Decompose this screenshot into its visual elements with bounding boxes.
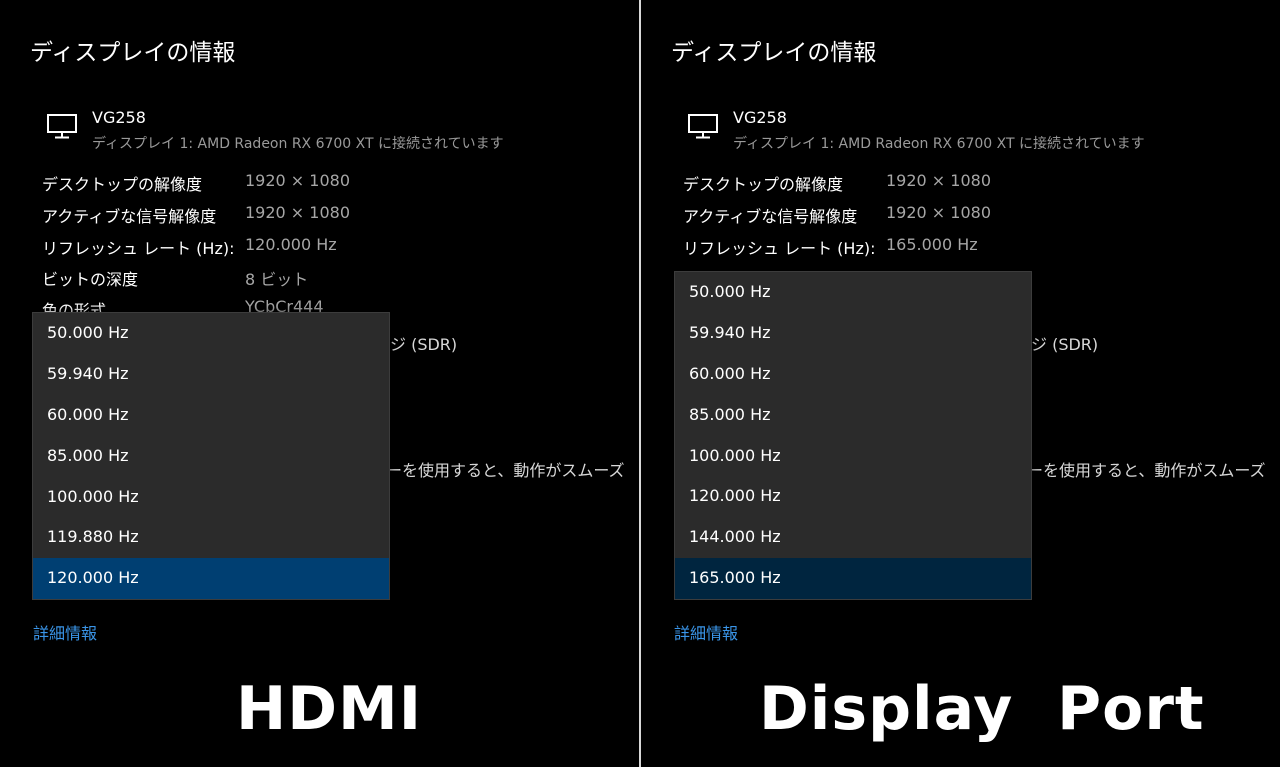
info-row-bit-depth: ビットの深度 8 ビット xyxy=(42,266,622,290)
monitor-icon xyxy=(688,114,718,139)
info-row-refresh-rate: リフレッシュ レート (Hz): 165.000 Hz xyxy=(683,235,1263,259)
color-space-fragment: ジ (SDR) xyxy=(390,335,458,354)
info-label: デスクトップの解像度 xyxy=(42,175,203,194)
monitor-name: VG258 xyxy=(733,108,787,127)
info-label: アクティブな信号解像度 xyxy=(42,207,217,226)
refresh-rate-option[interactable]: 60.000 Hz xyxy=(33,395,389,436)
panel-displayport: ディスプレイの情報 VG258 ディスプレイ 1: AMD Radeon RX … xyxy=(641,0,1280,767)
refresh-rate-option[interactable]: 100.000 Hz xyxy=(675,436,1031,477)
info-value: 165.000 Hz xyxy=(886,235,978,254)
info-value: 1920 × 1080 xyxy=(886,203,992,222)
color-space-fragment: ジ (SDR) xyxy=(1031,335,1099,354)
description-fragment: ーを使用すると、動作がスムーズ xyxy=(1027,461,1266,480)
refresh-rate-option-selected[interactable]: 120.000 Hz xyxy=(33,558,389,600)
refresh-rate-dropdown[interactable]: 50.000 Hz 59.940 Hz 60.000 Hz 85.000 Hz … xyxy=(674,271,1032,601)
info-value: 1920 × 1080 xyxy=(886,171,992,190)
info-label: ビットの深度 xyxy=(42,270,139,289)
info-row-desktop-resolution: デスクトップの解像度 1920 × 1080 xyxy=(683,171,1263,195)
page-title: ディスプレイの情報 xyxy=(671,40,877,66)
refresh-rate-option[interactable]: 60.000 Hz xyxy=(675,354,1031,395)
refresh-rate-option[interactable]: 100.000 Hz xyxy=(33,477,389,518)
info-value: 1920 × 1080 xyxy=(245,203,351,222)
info-label: デスクトップの解像度 xyxy=(683,175,844,194)
more-info-link[interactable]: 詳細情報 xyxy=(674,620,738,644)
monitor-connection: ディスプレイ 1: AMD Radeon RX 6700 XT に接続されていま… xyxy=(92,136,504,152)
refresh-rate-option[interactable]: 85.000 Hz xyxy=(675,395,1031,436)
info-label: リフレッシュ レート (Hz): xyxy=(42,239,235,258)
info-value: 120.000 Hz xyxy=(245,235,337,254)
refresh-rate-option[interactable]: 85.000 Hz xyxy=(33,436,389,477)
monitor-connection: ディスプレイ 1: AMD Radeon RX 6700 XT に接続されていま… xyxy=(733,136,1145,152)
info-label: アクティブな信号解像度 xyxy=(683,207,858,226)
refresh-rate-option[interactable]: 144.000 Hz xyxy=(675,517,1031,558)
info-row-refresh-rate: リフレッシュ レート (Hz): 120.000 Hz xyxy=(42,235,622,259)
refresh-rate-dropdown[interactable]: 50.000 Hz 59.940 Hz 60.000 Hz 85.000 Hz … xyxy=(32,312,390,601)
refresh-rate-option[interactable]: 50.000 Hz xyxy=(33,313,389,354)
refresh-rate-option[interactable]: 119.880 Hz xyxy=(33,517,389,558)
description-fragment: ーを使用すると、動作がスムーズ xyxy=(386,461,625,480)
connection-type-label: Display Port xyxy=(759,674,1205,744)
info-row-active-signal-resolution: アクティブな信号解像度 1920 × 1080 xyxy=(683,203,1263,227)
page-title: ディスプレイの情報 xyxy=(30,40,236,66)
info-row-active-signal-resolution: アクティブな信号解像度 1920 × 1080 xyxy=(42,203,622,227)
info-row-desktop-resolution: デスクトップの解像度 1920 × 1080 xyxy=(42,171,622,195)
info-label: リフレッシュ レート (Hz): xyxy=(683,239,876,258)
refresh-rate-option[interactable]: 59.940 Hz xyxy=(33,354,389,395)
refresh-rate-option[interactable]: 50.000 Hz xyxy=(675,272,1031,313)
connection-type-label: HDMI xyxy=(236,674,423,744)
more-info-link[interactable]: 詳細情報 xyxy=(33,620,97,644)
monitor-name: VG258 xyxy=(92,108,146,127)
refresh-rate-option[interactable]: 120.000 Hz xyxy=(675,476,1031,517)
refresh-rate-option-selected[interactable]: 165.000 Hz xyxy=(675,558,1031,600)
monitor-icon xyxy=(47,114,77,139)
info-value: 8 ビット xyxy=(245,270,309,289)
panel-hdmi: ディスプレイの情報 VG258 ディスプレイ 1: AMD Radeon RX … xyxy=(0,0,639,767)
info-value: 1920 × 1080 xyxy=(245,171,351,190)
refresh-rate-option[interactable]: 59.940 Hz xyxy=(675,313,1031,354)
